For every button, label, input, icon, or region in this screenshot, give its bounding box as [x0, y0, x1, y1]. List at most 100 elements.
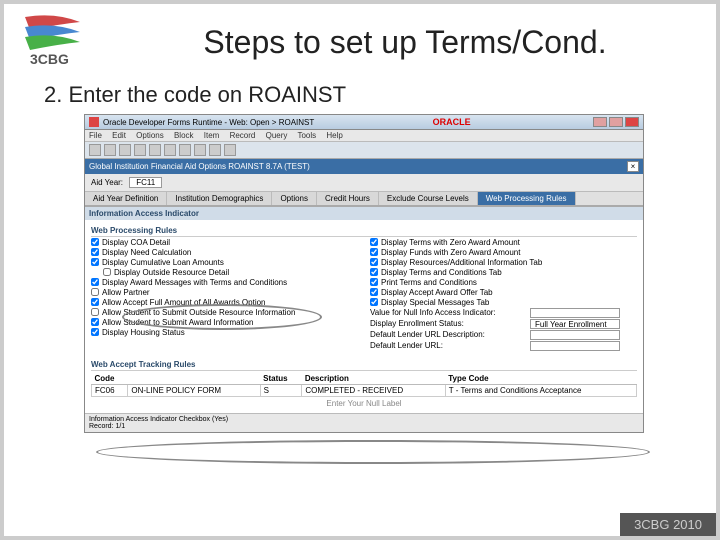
- checkbox[interactable]: [370, 248, 378, 256]
- menu-tools[interactable]: Tools: [297, 131, 316, 140]
- checkbox[interactable]: [370, 258, 378, 266]
- left-check-6: Allow Accept Full Amount of All Awards O…: [91, 297, 358, 307]
- left-check-0: Display COA Detail: [91, 237, 358, 247]
- menu-record[interactable]: Record: [230, 131, 256, 140]
- checkbox[interactable]: [91, 318, 99, 326]
- th-desc: [128, 373, 260, 385]
- field-pair-2: Default Lender URL Description:: [370, 329, 637, 340]
- delete-icon[interactable]: [149, 144, 161, 156]
- menu-block[interactable]: Block: [174, 131, 194, 140]
- query-icon[interactable]: [194, 144, 206, 156]
- cell-status[interactable]: S: [260, 385, 302, 397]
- right-check-2: Display Resources/Additional Information…: [370, 257, 637, 267]
- right-check-0: Display Terms with Zero Award Amount: [370, 237, 637, 247]
- check-label: Display Terms and Conditions Tab: [381, 268, 502, 277]
- pair-value[interactable]: [530, 341, 620, 351]
- aid-year-field[interactable]: FC11: [129, 177, 162, 188]
- th-description: Description: [302, 373, 445, 385]
- left-check-9: Display Housing Status: [91, 327, 358, 337]
- menu-help[interactable]: Help: [326, 131, 342, 140]
- checkbox[interactable]: [91, 298, 99, 306]
- field-pair-0: Value for Null Info Access Indicator:: [370, 307, 637, 318]
- pair-value[interactable]: [530, 330, 620, 340]
- th-code: Code: [92, 373, 128, 385]
- left-check-4: Display Award Messages with Terms and Co…: [91, 277, 358, 287]
- pair-value[interactable]: [530, 308, 620, 318]
- window-title: Oracle Developer Forms Runtime - Web: Op…: [103, 118, 314, 127]
- checkbox[interactable]: [370, 298, 378, 306]
- check-label: Display Cumulative Loan Amounts: [102, 258, 224, 267]
- checkbox[interactable]: [91, 328, 99, 336]
- tab-aid-year-definition[interactable]: Aid Year Definition: [85, 192, 167, 205]
- slide-footer: 3CBG 2010: [620, 513, 716, 536]
- menu-query[interactable]: Query: [266, 131, 288, 140]
- right-check-6: Display Special Messages Tab: [370, 297, 637, 307]
- prev-icon[interactable]: [164, 144, 176, 156]
- right-check-1: Display Funds with Zero Award Amount: [370, 247, 637, 257]
- close-button[interactable]: [625, 117, 639, 127]
- aid-year-row: Aid Year: FC11: [85, 174, 643, 192]
- check-label: Allow Accept Full Amount of All Awards O…: [102, 298, 266, 307]
- window-titlebar: Oracle Developer Forms Runtime - Web: Op…: [85, 115, 643, 130]
- rollback-icon[interactable]: [104, 144, 116, 156]
- pair-value[interactable]: Full Year Enrollment: [530, 319, 620, 329]
- check-label: Display Funds with Zero Award Amount: [381, 248, 520, 257]
- menu-options[interactable]: Options: [136, 131, 164, 140]
- checkbox[interactable]: [91, 308, 99, 316]
- app-icon: [89, 117, 99, 127]
- tab-options[interactable]: Options: [272, 192, 317, 205]
- checkbox[interactable]: [370, 238, 378, 246]
- tab-web-processing-rules[interactable]: Web Processing Rules: [478, 192, 576, 205]
- pair-label: Value for Null Info Access Indicator:: [370, 308, 530, 317]
- maximize-button[interactable]: [609, 117, 623, 127]
- step-instruction: 2. Enter the code on ROAINST: [4, 72, 716, 114]
- cell-code[interactable]: FC06: [92, 385, 128, 397]
- form-close-icon[interactable]: ×: [627, 161, 639, 172]
- left-check-5: Allow Partner: [91, 287, 358, 297]
- print-icon[interactable]: [209, 144, 221, 156]
- checkbox[interactable]: [370, 278, 378, 286]
- check-label: Display Terms with Zero Award Amount: [381, 238, 520, 247]
- form-breadcrumb: Global Institution Financial Aid Options…: [85, 159, 643, 174]
- next-icon[interactable]: [179, 144, 191, 156]
- tracking-table: Code Status Description Type Code FC06 O…: [91, 373, 637, 397]
- pair-label: Display Enrollment Status:: [370, 319, 530, 328]
- menu-edit[interactable]: Edit: [112, 131, 126, 140]
- select-icon[interactable]: [119, 144, 131, 156]
- insert-icon[interactable]: [134, 144, 146, 156]
- checkbox[interactable]: [91, 248, 99, 256]
- checkbox[interactable]: [370, 288, 378, 296]
- tab-institution-demographics[interactable]: Institution Demographics: [167, 192, 272, 205]
- menu-file[interactable]: File: [89, 131, 102, 140]
- section-info-access: Information Access Indicator: [85, 206, 643, 220]
- checkbox[interactable]: [91, 258, 99, 266]
- cell-desc1[interactable]: ON-LINE POLICY FORM: [128, 385, 260, 397]
- cell-desc2[interactable]: COMPLETED - RECEIVED: [302, 385, 445, 397]
- tab-exclude-course-levels[interactable]: Exclude Course Levels: [379, 192, 478, 205]
- cell-type[interactable]: T - Terms and Conditions Acceptance: [445, 385, 636, 397]
- checkbox[interactable]: [91, 238, 99, 246]
- table-row[interactable]: FC06 ON-LINE POLICY FORM S COMPLETED - R…: [92, 385, 637, 397]
- left-check-7: Allow Student to Submit Outside Resource…: [91, 307, 358, 317]
- tab-credit-hours[interactable]: Credit Hours: [317, 192, 379, 205]
- check-label: Display Outside Resource Detail: [114, 268, 229, 277]
- left-check-3: Display Outside Resource Detail: [103, 267, 358, 277]
- checkbox[interactable]: [91, 278, 99, 286]
- menu-item[interactable]: Item: [204, 131, 220, 140]
- left-check-2: Display Cumulative Loan Amounts: [91, 257, 358, 267]
- minimize-button[interactable]: [593, 117, 607, 127]
- checkbox[interactable]: [370, 268, 378, 276]
- check-label: Display Housing Status: [102, 328, 185, 337]
- check-label: Allow Student to Submit Award Informatio…: [102, 318, 254, 327]
- check-label: Allow Partner: [102, 288, 150, 297]
- checkbox[interactable]: [103, 268, 111, 276]
- checkbox[interactable]: [91, 288, 99, 296]
- menu-bar: File Edit Options Block Item Record Quer…: [85, 130, 643, 142]
- aid-year-label: Aid Year:: [91, 178, 123, 187]
- check-label: Display Need Calculation: [102, 248, 191, 257]
- exit-icon[interactable]: [224, 144, 236, 156]
- oracle-forms-window: Oracle Developer Forms Runtime - Web: Op…: [84, 114, 644, 433]
- th-type: Type Code: [445, 373, 636, 385]
- left-check-8: Allow Student to Submit Award Informatio…: [91, 317, 358, 327]
- save-icon[interactable]: [89, 144, 101, 156]
